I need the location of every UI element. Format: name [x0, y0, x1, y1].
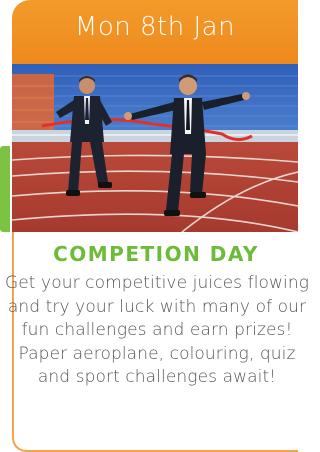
event-card: Mon 8th Jan COMPETION DAY Get your compe… [0, 0, 309, 452]
event-photo [12, 64, 298, 232]
event-description: Get your competitive juices flowing and … [4, 273, 310, 387]
businessmen-running-image [12, 64, 298, 232]
date-header: Mon 8th Jan [12, 0, 298, 64]
left-accent-bar [0, 146, 10, 232]
event-date: Mon 8th Jan [74, 12, 236, 42]
event-title: COMPETION DAY [53, 242, 259, 266]
event-details: COMPETION DAY Get your competitive juice… [5, 232, 309, 452]
